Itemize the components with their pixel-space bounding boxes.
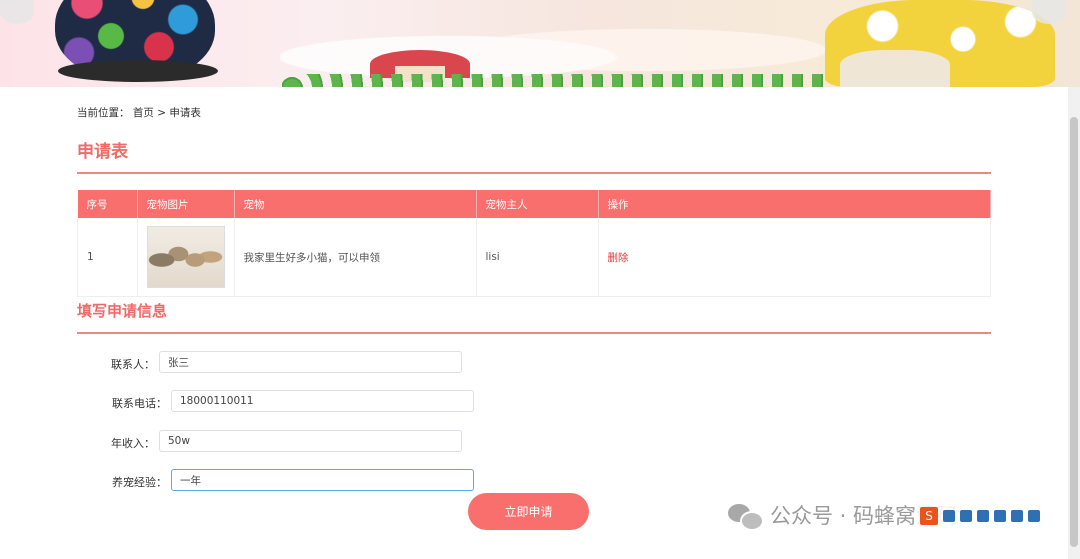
header-pet-image: 宠物图片 (137, 190, 235, 218)
header-action: 操作 (598, 190, 991, 218)
phone-row: 联系电话： (77, 390, 474, 416)
banner-prev-button[interactable] (0, 0, 34, 24)
ime-logo-icon[interactable]: S (920, 507, 938, 525)
banner-bushes (282, 74, 832, 87)
income-input[interactable] (159, 430, 462, 452)
banner-next-button[interactable] (1032, 0, 1066, 24)
experience-row: 养宠经验： (77, 469, 474, 495)
ime-grid-icon[interactable] (1011, 510, 1023, 522)
scrollbar-thumb[interactable] (1070, 117, 1078, 547)
banner-clouds (280, 8, 840, 78)
contact-label: 联系人： (111, 358, 155, 371)
breadcrumb-home-link[interactable]: 首页 (133, 107, 154, 119)
breadcrumb-current: 申请表 (169, 107, 201, 119)
experience-label: 养宠经验： (112, 476, 167, 489)
cell-pet: 我家里生好多小猫，可以申领 (233, 218, 477, 297)
breadcrumb: 当前位置： 首页 > 申请表 (77, 105, 201, 120)
submit-application-button[interactable]: 立即申请 (468, 493, 589, 530)
table-header-row: 序号 宠物图片 宠物 宠物主人 操作 (77, 190, 991, 218)
pet-photo-kittens[interactable] (146, 226, 225, 288)
contact-row: 联系人： (77, 351, 462, 377)
wechat-icon (728, 502, 764, 531)
cell-action: 删除 (597, 218, 991, 297)
form-title-divider (77, 332, 991, 334)
ime-mode-icon[interactable] (943, 510, 955, 522)
ime-voice-icon[interactable] (960, 510, 972, 522)
page-scrollbar[interactable] (1068, 87, 1080, 559)
phone-label: 联系电话： (112, 397, 167, 410)
table-row: 1 我家里生好多小猫，可以申领 lisi 删除 (77, 218, 991, 297)
breadcrumb-separator: > (157, 107, 166, 119)
delete-link[interactable]: 删除 (608, 252, 629, 264)
breadcrumb-prefix: 当前位置： (77, 107, 130, 119)
banner-hat-brim (58, 60, 218, 82)
banner-dog-paws (840, 50, 950, 87)
phone-input[interactable] (171, 390, 474, 412)
page-title: 申请表 (77, 142, 128, 162)
contact-input[interactable] (159, 351, 462, 373)
cell-owner: lisi (475, 218, 599, 297)
ime-skin-icon[interactable] (994, 510, 1006, 522)
cell-pet-image (136, 218, 235, 297)
title-divider (77, 172, 991, 174)
ime-toolbar: S (916, 505, 1044, 527)
header-index: 序号 (77, 190, 138, 218)
header-banner (0, 0, 1080, 87)
ime-settings-icon[interactable] (1028, 510, 1040, 522)
income-row: 年收入： (77, 430, 462, 456)
income-label: 年收入： (111, 437, 155, 450)
header-pet: 宠物 (234, 190, 477, 218)
ime-keyboard-icon[interactable] (977, 510, 989, 522)
header-owner: 宠物主人 (476, 190, 599, 218)
experience-input[interactable] (171, 469, 474, 491)
form-title: 填写申请信息 (77, 302, 168, 320)
application-table: 序号 宠物图片 宠物 宠物主人 操作 1 我家里生好多小猫，可以申领 lisi … (77, 190, 991, 297)
cell-index: 1 (77, 218, 138, 297)
